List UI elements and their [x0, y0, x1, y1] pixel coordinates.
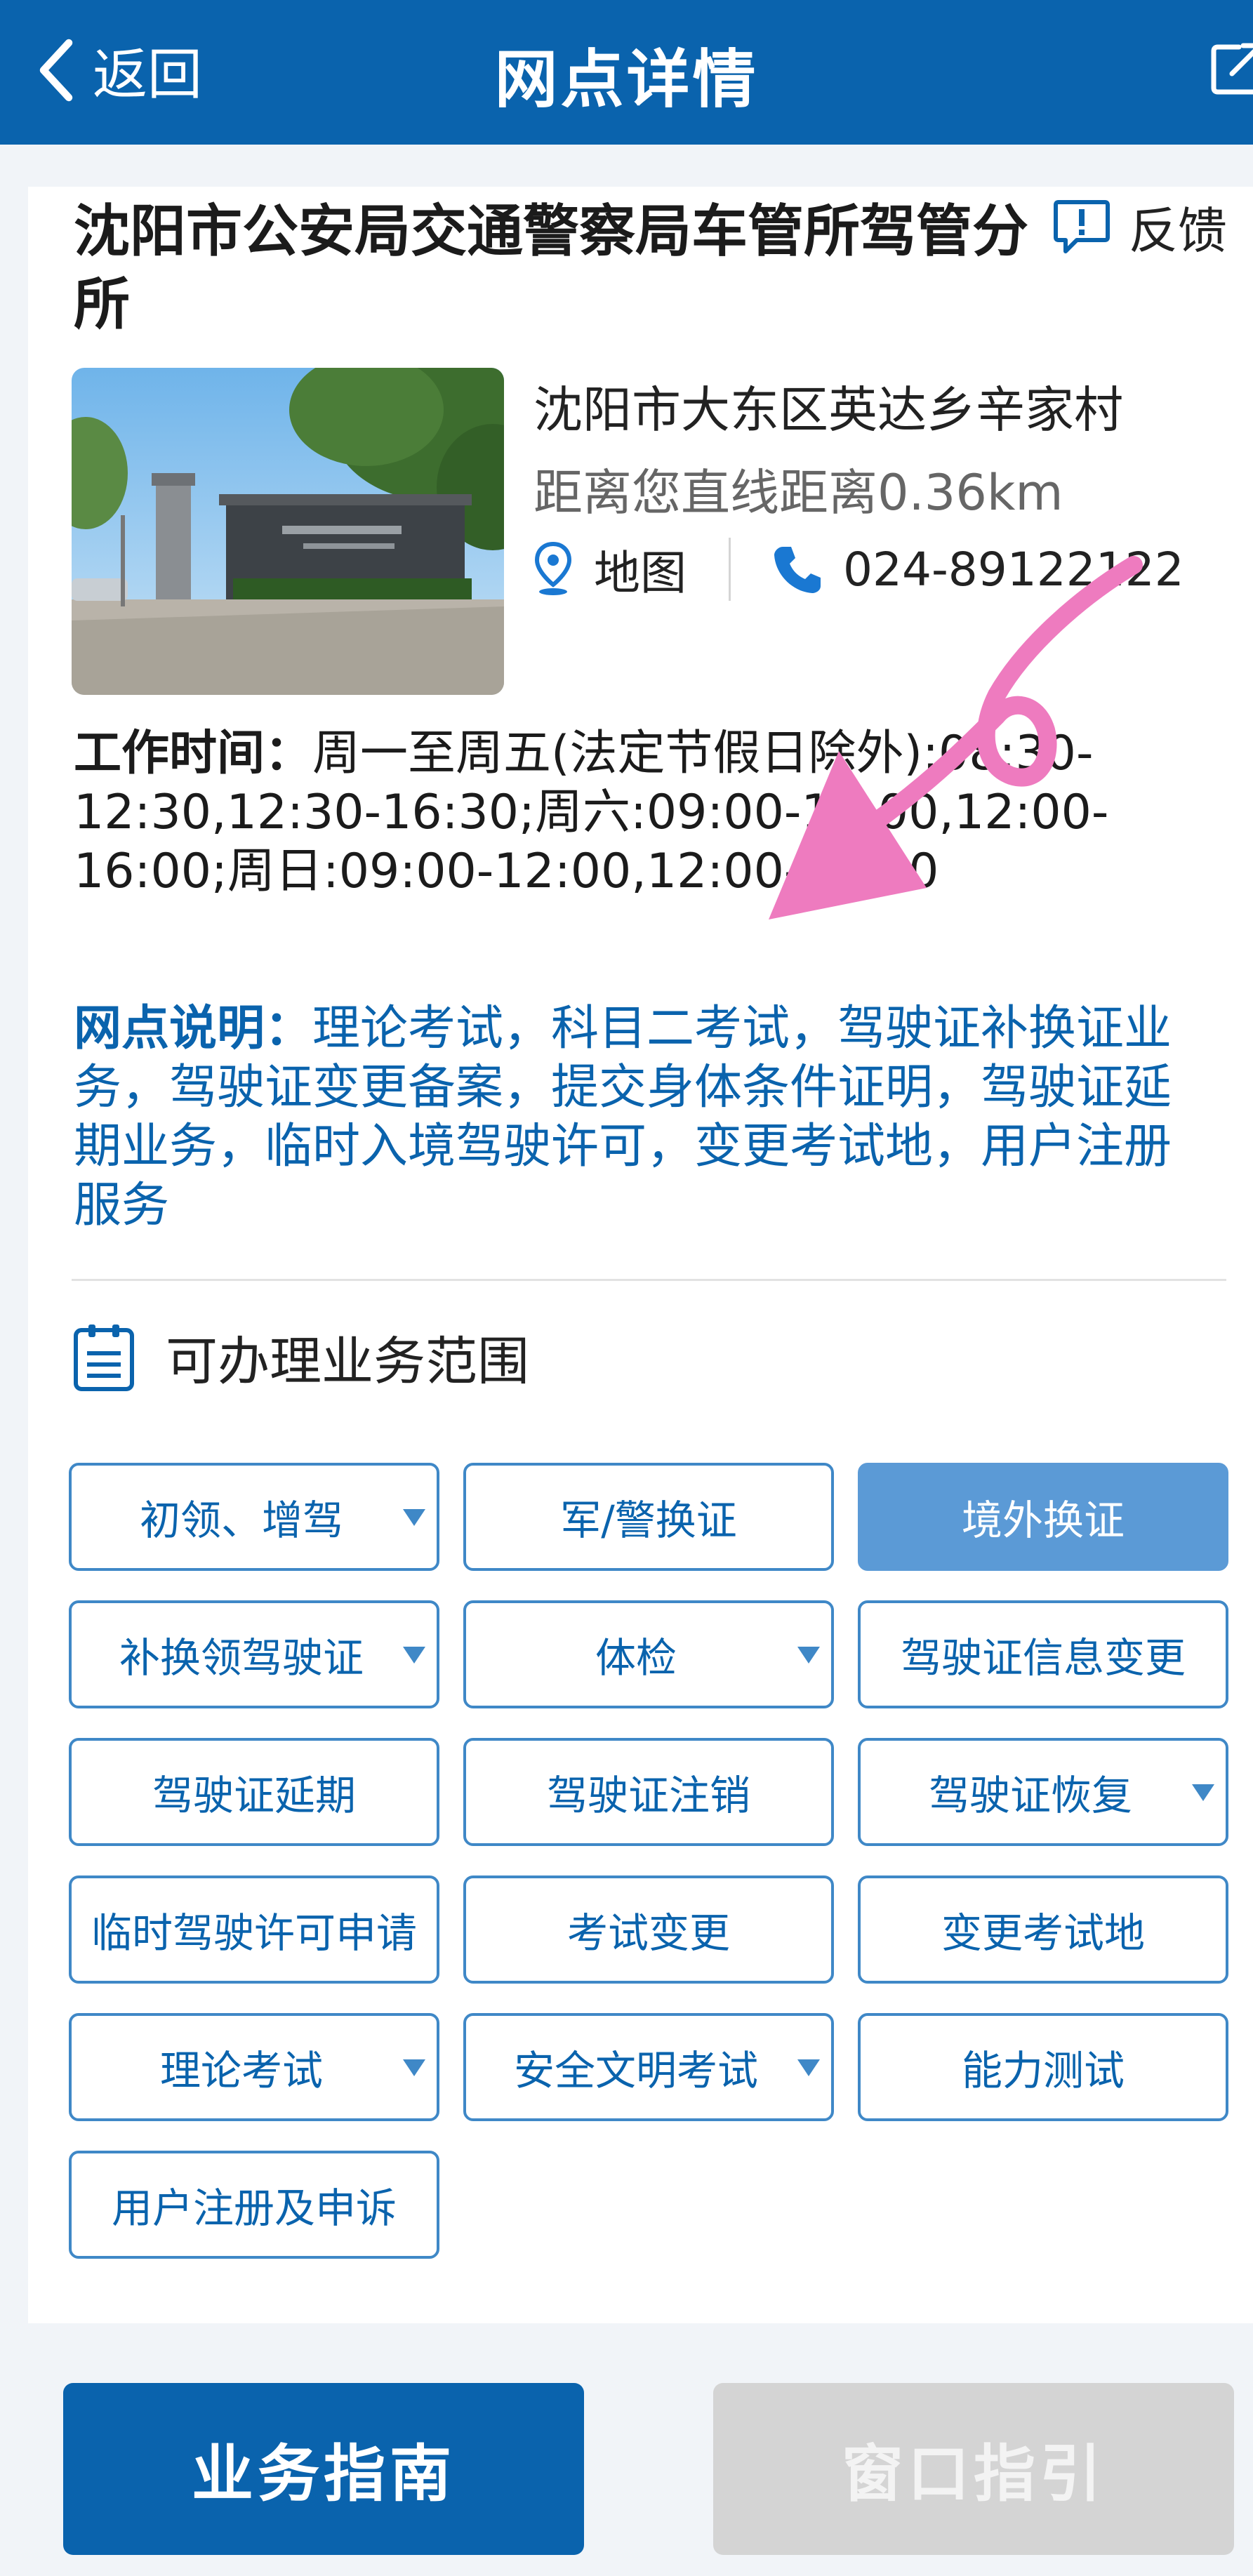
business-button-label: 考试变更	[566, 1909, 730, 1957]
business-button-label: 安全文明考试	[513, 2047, 758, 2094]
business-button[interactable]: 驾驶证注销	[463, 1738, 834, 1846]
business-button-label: 境外换证	[961, 1496, 1125, 1544]
clipboard-list-icon	[74, 1324, 134, 1391]
feedback-button[interactable]: 反馈	[1053, 195, 1227, 260]
business-button-label: 用户注册及申诉	[111, 2184, 397, 2232]
business-button[interactable]: 补换领驾驶证	[69, 1600, 439, 1708]
office-distance: 距离您直线距离0.36km	[533, 464, 1063, 522]
description-label: 网点说明：	[74, 1001, 313, 1056]
business-button-label: 体检	[595, 1634, 677, 1682]
business-button[interactable]: 理论考试	[69, 2013, 439, 2121]
business-button[interactable]: 驾驶证恢复	[858, 1738, 1228, 1846]
business-button[interactable]: 驾驶证延期	[69, 1738, 439, 1846]
dropdown-caret-icon	[403, 1647, 425, 1664]
office-photo	[72, 368, 504, 695]
business-button[interactable]: 体检	[463, 1600, 834, 1708]
business-button-label: 初领、增驾	[139, 1496, 343, 1544]
feedback-label: 反馈	[1129, 201, 1227, 260]
dropdown-caret-icon	[403, 2059, 425, 2076]
business-button[interactable]: 军/警换证	[463, 1463, 834, 1571]
window-guide-button[interactable]: 窗口指引	[713, 2383, 1234, 2555]
share-icon[interactable]	[1211, 39, 1253, 95]
contact-actions: 地图 024-89122122	[533, 538, 1235, 601]
phone-button[interactable]: 024-89122122	[773, 543, 1184, 597]
office-card: 沈阳市公安局交通警察局车管所驾管分所 反馈 沈阳市大东区英达乡辛家村 距离您直线…	[28, 187, 1253, 2323]
business-button-label: 驾驶证恢复	[928, 1772, 1132, 1819]
business-button-label: 临时驾驶许可申请	[91, 1909, 417, 1957]
feedback-icon	[1054, 200, 1110, 253]
business-button-label: 军/警换证	[560, 1496, 737, 1544]
business-button-label: 能力测试	[961, 2047, 1125, 2094]
business-button[interactable]: 变更考试地	[858, 1875, 1228, 1984]
business-guide-button[interactable]: 业务指南	[63, 2383, 584, 2555]
business-button-label: 理论考试	[159, 2047, 323, 2094]
phone-icon	[774, 547, 821, 593]
business-button-grid: 初领、增驾 军/警换证 境外换证补换领驾驶证 体检 驾驶证信息变更驾驶证延期 驾驶证注销 驾…	[69, 1463, 1228, 2259]
divider	[729, 538, 731, 601]
location-pin-icon	[534, 541, 572, 595]
business-button[interactable]: 境外换证	[858, 1463, 1228, 1571]
business-button-label: 驾驶证信息变更	[900, 1634, 1186, 1682]
dropdown-caret-icon	[797, 1647, 820, 1664]
divider	[72, 1279, 1226, 1281]
dropdown-caret-icon	[797, 2059, 820, 2076]
business-scope-header: 可办理业务范围	[72, 1318, 529, 1395]
business-button-label: 变更考试地	[941, 1909, 1145, 1957]
business-button[interactable]: 驾驶证信息变更	[858, 1600, 1228, 1708]
map-label: 地图	[594, 546, 687, 600]
map-button[interactable]: 地图	[533, 536, 687, 603]
working-hours: 工作时间：周一至周五(法定节假日除外):08:30-12:30,12:30-16…	[74, 724, 1225, 901]
page-title: 网点详情	[494, 43, 759, 117]
phone-number: 024-89122122	[843, 542, 1184, 597]
business-button-label: 补换领驾驶证	[119, 1634, 364, 1682]
top-bar: 返回 网点详情	[0, 0, 1253, 145]
business-button-label: 驾驶证注销	[546, 1772, 750, 1819]
business-button[interactable]: 能力测试	[858, 2013, 1228, 2121]
business-button[interactable]: 用户注册及申诉	[69, 2151, 439, 2259]
business-button[interactable]: 考试变更	[463, 1875, 834, 1984]
dropdown-caret-icon	[1192, 1784, 1214, 1801]
business-button[interactable]: 初领、增驾	[69, 1463, 439, 1571]
business-button[interactable]: 安全文明考试	[463, 2013, 834, 2121]
office-address: 沈阳市大东区英达乡辛家村	[533, 381, 1123, 439]
office-description: 网点说明：理论考试，科目二考试，驾驶证补换证业务，驾驶证变更备案，提交身体条件证…	[74, 1000, 1218, 1235]
business-button[interactable]: 临时驾驶许可申请	[69, 1875, 439, 1984]
business-button-label: 驾驶证延期	[152, 1772, 356, 1819]
business-scope-title: 可办理业务范围	[166, 1331, 529, 1392]
office-name: 沈阳市公安局交通警察局车管所驾管分所	[74, 199, 1028, 337]
dropdown-caret-icon	[403, 1509, 425, 1526]
hours-label: 工作时间：	[74, 726, 313, 781]
